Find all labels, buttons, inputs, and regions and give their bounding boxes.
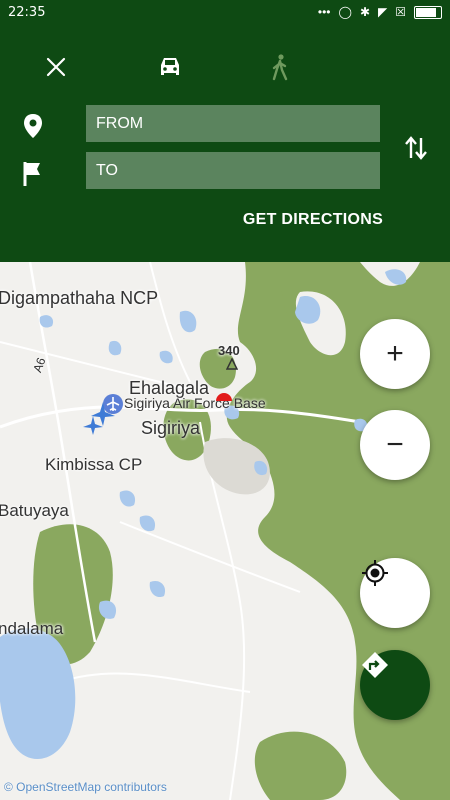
car-mode-button[interactable]: [150, 50, 190, 84]
zoom-in-button[interactable]: +: [360, 319, 430, 389]
bluetooth-icon: ✱: [359, 5, 370, 19]
walk-mode-button[interactable]: [260, 50, 300, 84]
place-air-force-base: Sigiriya Air Force Base: [124, 395, 266, 411]
directions-button[interactable]: [360, 650, 430, 720]
to-field[interactable]: [86, 152, 380, 189]
status-icons: ••• ◯ ✱ ◤ ☒: [318, 4, 442, 20]
crosshair-icon: [362, 560, 388, 586]
place-sigiriya: Sigiriya: [141, 418, 201, 438]
directions-icon: [362, 652, 388, 678]
place-kimbissa: Kimbissa CP: [45, 455, 143, 474]
car-icon: [161, 58, 179, 75]
military-area-icon: [216, 393, 232, 401]
map-attribution[interactable]: © OpenStreetMap contributors: [4, 780, 167, 794]
swap-icon[interactable]: [403, 134, 429, 162]
minus-icon: −: [386, 428, 404, 461]
close-icon: [46, 57, 66, 77]
airfield-planes-icon: [83, 402, 115, 435]
close-button[interactable]: [36, 50, 76, 84]
flag-icon: [23, 162, 40, 186]
elevation-label: 340: [218, 343, 240, 358]
my-location-button[interactable]: [360, 558, 430, 628]
map-view[interactable]: Digampathaha NCP Ehalagala Sigiriya Air …: [0, 262, 450, 800]
from-field[interactable]: [86, 105, 380, 142]
location-pin-icon: [24, 114, 42, 138]
peak-icon: [226, 358, 238, 370]
plus-icon: +: [386, 337, 404, 370]
place-ndalama: ndalama: [0, 619, 64, 638]
get-directions-button[interactable]: GET DIRECTIONS: [238, 206, 388, 234]
status-time: 22:35: [8, 5, 46, 20]
walk-icon: [272, 54, 288, 81]
vpn-icon: ◯: [338, 5, 352, 19]
wifi-icon: ◤: [378, 5, 388, 19]
status-bar: 22:35 ••• ◯ ✱ ◤ ☒: [0, 0, 450, 26]
place-digampathaha: Digampathaha NCP: [0, 288, 159, 308]
zoom-out-button[interactable]: −: [360, 410, 430, 480]
notification-dots-icon: •••: [317, 5, 331, 19]
no-sim-icon: ☒: [395, 5, 406, 19]
place-batuyaya: Batuyaya: [0, 501, 69, 520]
battery-icon: [414, 5, 442, 19]
directions-header: GET DIRECTIONS: [0, 26, 450, 262]
